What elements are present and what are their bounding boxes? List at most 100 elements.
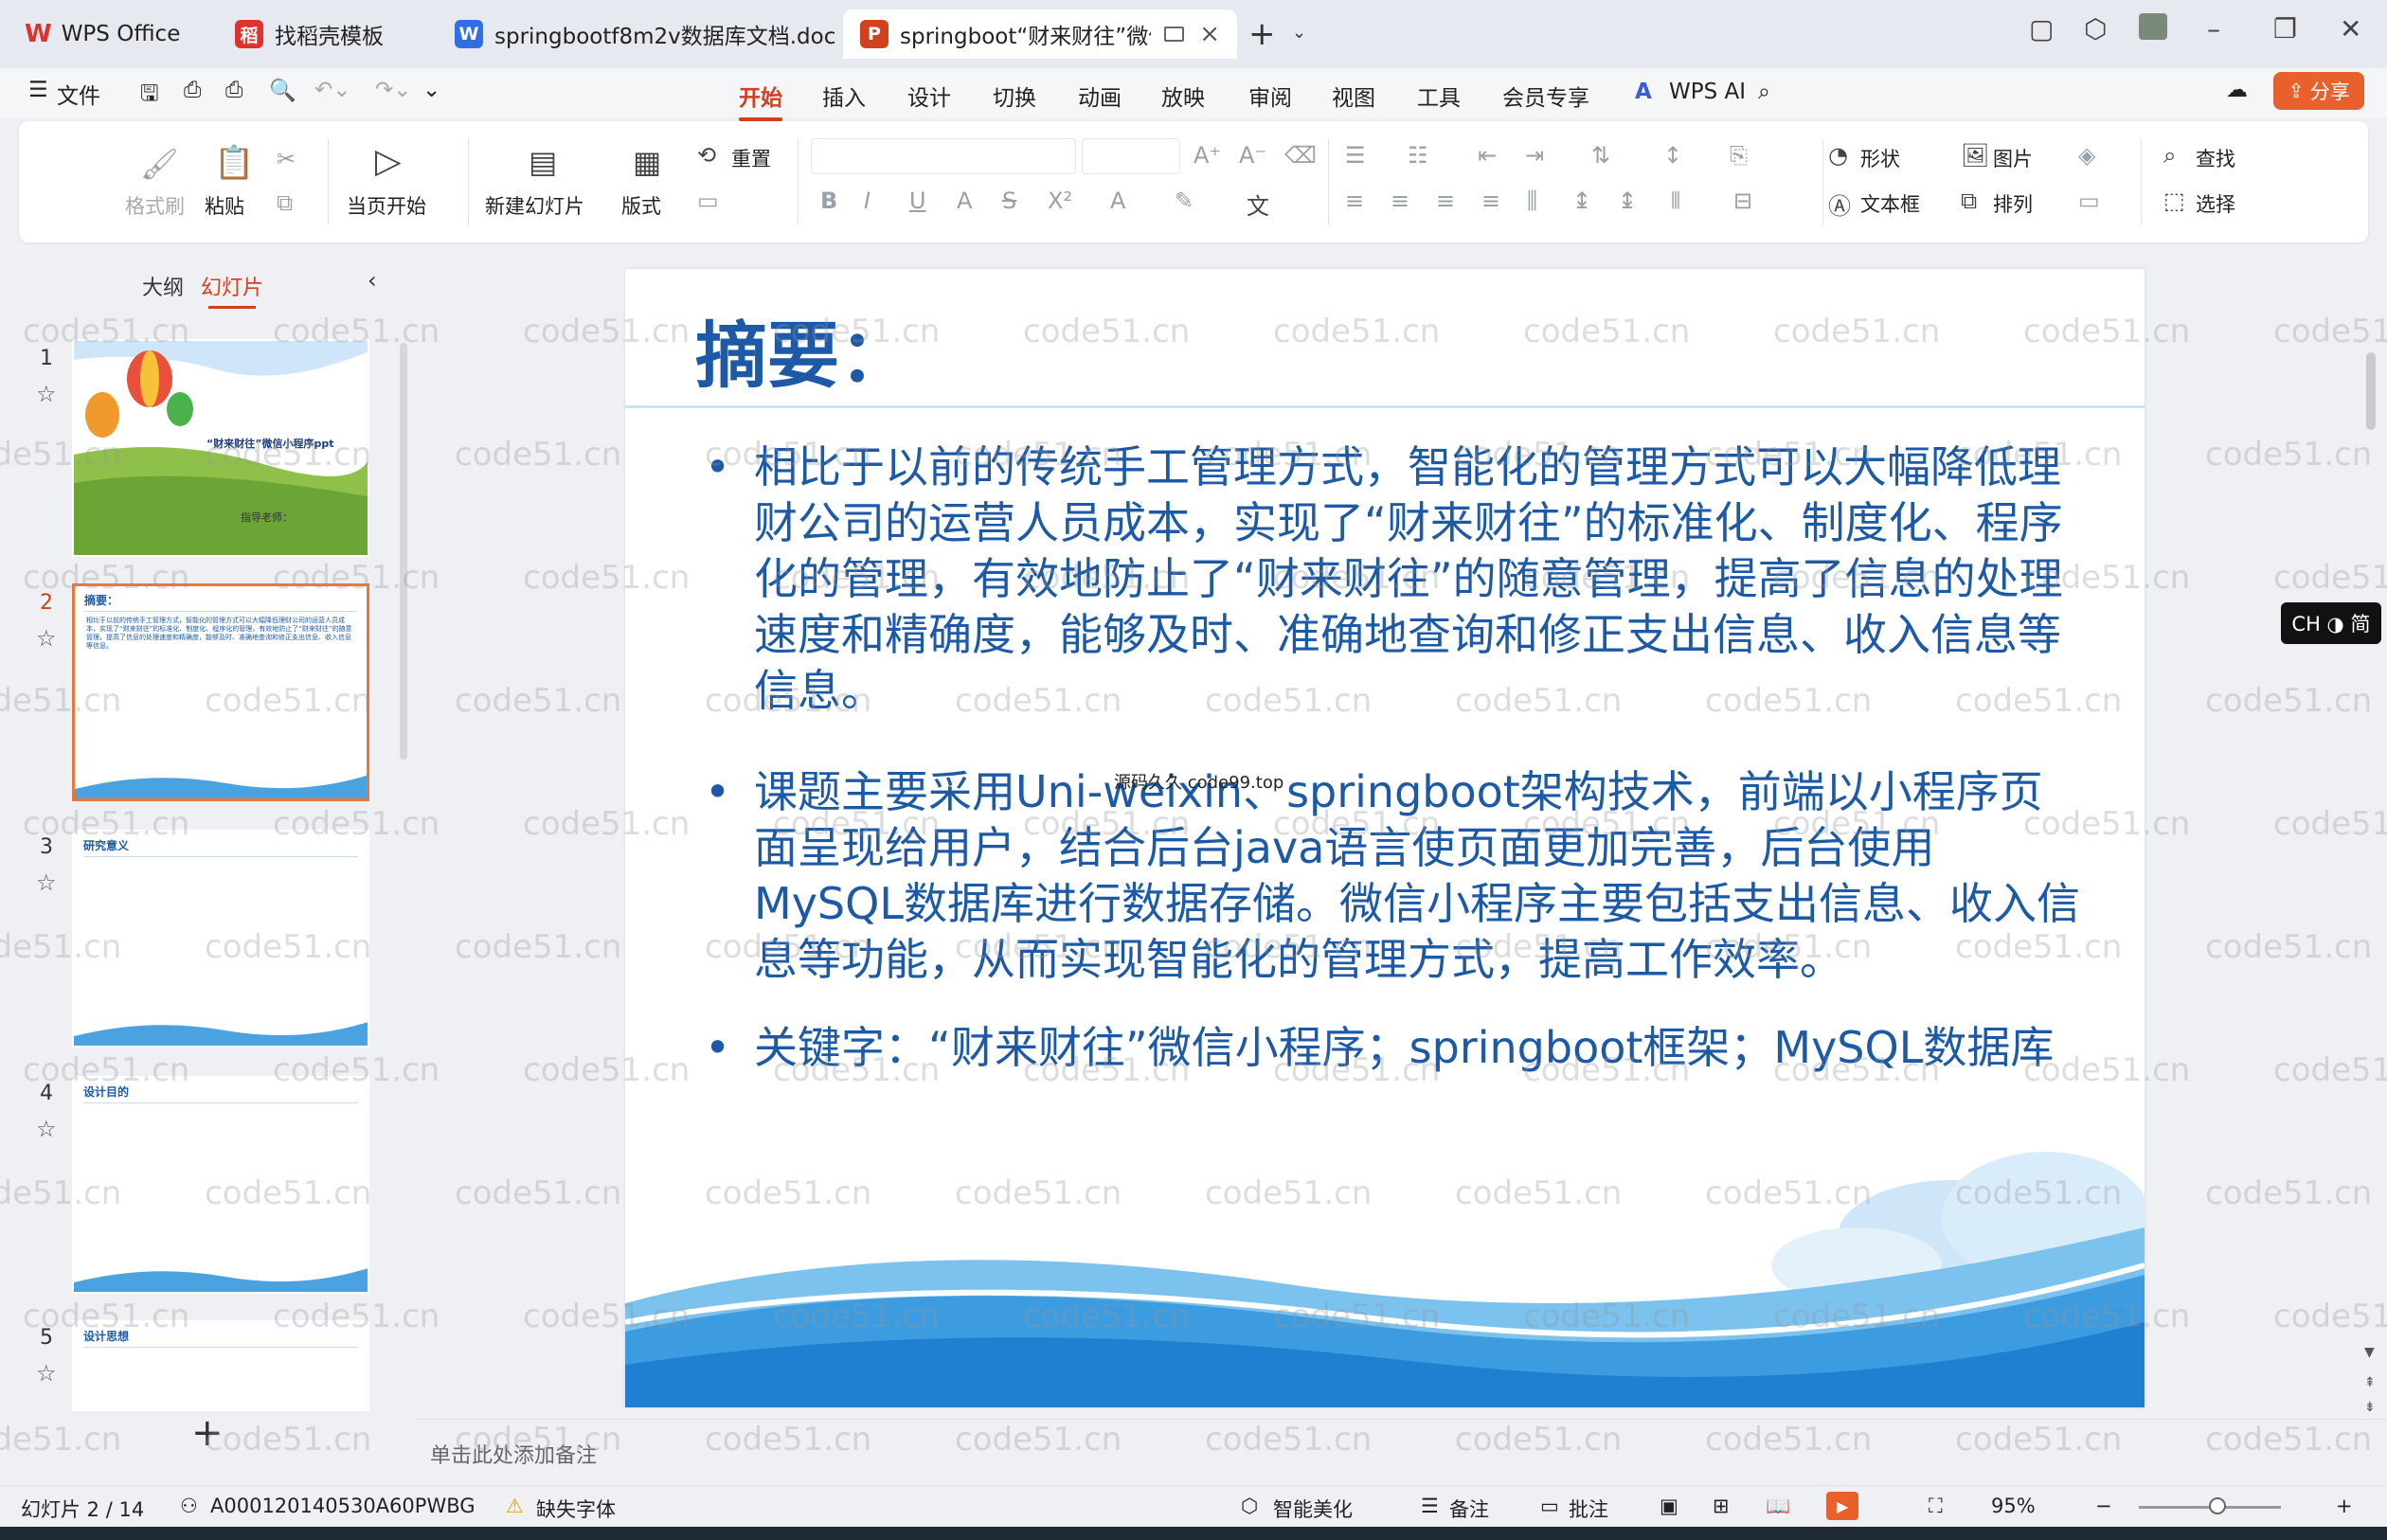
arrange-button[interactable]: 排列: [1993, 189, 2033, 218]
collapse-panel-icon[interactable]: ‹: [368, 267, 377, 294]
undo-icon[interactable]: ↶⌄: [314, 78, 351, 102]
tab-slides[interactable]: 幻灯片: [201, 271, 263, 309]
new-tab-icon[interactable]: +: [1248, 15, 1276, 53]
save-icon[interactable]: 🖫: [140, 78, 159, 115]
play-from-current-button[interactable]: 当页开始: [347, 191, 426, 220]
avatar[interactable]: [2139, 13, 2167, 40]
italic-icon[interactable]: I: [864, 188, 870, 214]
print-preview-icon[interactable]: 🔍: [269, 78, 296, 103]
text-direction-icon[interactable]: ⇅: [1591, 142, 1610, 169]
redo-icon[interactable]: ↷⌄: [375, 78, 412, 102]
sort-icon[interactable]: ↕: [1663, 142, 1682, 169]
slide-scrollbar[interactable]: [2366, 352, 2376, 430]
notes-toggle-button[interactable]: 备注: [1449, 1495, 1489, 1523]
star-icon[interactable]: ☆: [36, 625, 57, 652]
text-align-icon[interactable]: ⊟: [1733, 188, 1752, 214]
doc-id[interactable]: A000120140530A60PWBG: [210, 1495, 476, 1517]
textbox-button[interactable]: 文本框: [1860, 189, 1920, 218]
window-layout-icon[interactable]: ▢: [2029, 13, 2054, 45]
file-menu[interactable]: 文件: [57, 78, 100, 110]
tab-animation[interactable]: 动画: [1078, 80, 1122, 112]
tab-transition[interactable]: 切换: [993, 80, 1036, 112]
share-button[interactable]: ⇪ 分享: [2273, 72, 2364, 110]
tab-wps-office[interactable]: W WPS Office: [8, 9, 203, 59]
print-icon[interactable]: ⎙: [225, 78, 242, 102]
slide-canvas[interactable]: 摘要： 相比于以前的传统手工管理方式，智能化的管理方式可以大幅降低理财公司的运营…: [625, 269, 2145, 1407]
font-shrink-icon[interactable]: A⁻: [1239, 142, 1266, 169]
strikethrough-icon[interactable]: S: [1002, 188, 1016, 214]
tab-view[interactable]: 视图: [1332, 80, 1375, 112]
scroll-down-icon[interactable]: ▼: [2364, 1345, 2375, 1360]
slide-thumbnail-5[interactable]: 设计思想: [72, 1320, 369, 1411]
ime-indicator[interactable]: CH ◑ 简: [2281, 602, 2381, 644]
font-grow-icon[interactable]: A⁺: [1194, 142, 1221, 169]
tab-ppt-active[interactable]: P springboot“财来财往”微信 ×: [843, 9, 1237, 59]
prev-slide-icon[interactable]: ⇞: [2364, 1375, 2376, 1390]
convert-icon[interactable]: ⎘: [1730, 142, 1748, 169]
section-icon[interactable]: ▭: [697, 188, 719, 214]
slide-body[interactable]: 相比于以前的传统手工管理方式，智能化的管理方式可以大幅降低理财公司的运营人员成本…: [705, 439, 2080, 1121]
tab-docer[interactable]: 稻 找稻壳模板: [218, 9, 426, 59]
star-icon[interactable]: ☆: [36, 381, 57, 407]
slide-thumbnail-4[interactable]: 设计目的: [72, 1076, 369, 1294]
paragraph-spacing-icon[interactable]: ↨: [1618, 188, 1637, 214]
star-icon[interactable]: ☆: [36, 869, 57, 896]
panel-scrollbar[interactable]: [400, 343, 407, 760]
missing-font-button[interactable]: 缺失字体: [536, 1495, 616, 1523]
picture-button[interactable]: 图片: [1993, 144, 2033, 172]
reset-button[interactable]: 重置: [731, 144, 771, 172]
highlight-icon[interactable]: ✎: [1175, 188, 1194, 214]
bullet-list-icon[interactable]: ☰: [1345, 142, 1366, 169]
tab-insert[interactable]: 插入: [822, 80, 866, 112]
maximize-icon[interactable]: ❐: [2273, 13, 2297, 45]
outline-icon[interactable]: ▭: [2078, 188, 2100, 214]
tab-outline[interactable]: 大纲: [142, 271, 184, 301]
tab-home[interactable]: 开始: [739, 80, 782, 121]
star-icon[interactable]: ☆: [36, 1360, 57, 1387]
distribute-icon[interactable]: ⫼: [1527, 188, 1537, 214]
copy-icon[interactable]: ⧉: [277, 189, 293, 216]
sorter-view-icon[interactable]: ⊞: [1713, 1495, 1730, 1517]
tab-member[interactable]: 会员专享: [1502, 80, 1589, 112]
next-slide-icon[interactable]: ⇟: [2364, 1400, 2376, 1415]
format-painter-button[interactable]: 格式刷: [125, 191, 185, 220]
slide-title[interactable]: 摘要：: [695, 297, 911, 402]
fill-icon[interactable]: ◈: [2078, 142, 2095, 169]
zoom-out-icon[interactable]: −: [2095, 1495, 2112, 1517]
close-tab-icon[interactable]: ×: [1199, 20, 1220, 48]
smart-beautify-button[interactable]: 智能美化: [1273, 1495, 1353, 1523]
cut-icon[interactable]: ✂: [277, 146, 296, 172]
paste-button[interactable]: 粘贴: [205, 191, 244, 220]
increase-indent-icon[interactable]: ⇥: [1525, 142, 1544, 169]
font-size-select[interactable]: [1082, 138, 1180, 174]
monitor-icon[interactable]: [1164, 27, 1185, 42]
tab-design[interactable]: 设计: [907, 80, 951, 112]
reading-view-icon[interactable]: 📖: [1766, 1495, 1790, 1518]
notes-pane[interactable]: 单击此处添加备注: [417, 1419, 2387, 1485]
align-center-icon[interactable]: ≡: [1391, 188, 1409, 214]
export-icon[interactable]: ⎙: [184, 78, 201, 102]
cube-icon[interactable]: ⬡: [2084, 13, 2107, 45]
align-right-icon[interactable]: ≡: [1436, 188, 1455, 214]
font-family-select[interactable]: [811, 138, 1076, 174]
close-window-icon[interactable]: ✕: [2340, 13, 2361, 45]
bold-icon[interactable]: B: [820, 188, 837, 214]
new-slide-button[interactable]: 新建幻灯片: [485, 191, 584, 220]
decrease-indent-icon[interactable]: ⇤: [1478, 142, 1497, 169]
select-button[interactable]: 选择: [2196, 189, 2235, 218]
superscript-icon[interactable]: X²: [1048, 188, 1072, 214]
align-left-icon[interactable]: ≡: [1345, 188, 1364, 214]
wps-ai-button[interactable]: WPS AI: [1669, 80, 1746, 104]
more-icon[interactable]: ⌄: [422, 78, 440, 102]
underline-icon[interactable]: U: [909, 188, 926, 214]
phonetic-icon[interactable]: 文: [1247, 188, 1269, 221]
font-color-icon[interactable]: A: [1110, 188, 1125, 214]
bullet-paragraph[interactable]: 关键字：“财来财往”微信小程序；springboot框架；MySQL数据库: [705, 1020, 2080, 1076]
tab-tools[interactable]: 工具: [1417, 80, 1461, 112]
tab-review[interactable]: 审阅: [1248, 80, 1292, 112]
star-icon[interactable]: ☆: [36, 1116, 57, 1142]
cloud-upload-icon[interactable]: ☁: [2226, 78, 2248, 102]
fit-window-icon[interactable]: ⛶: [1929, 1495, 1943, 1518]
zoom-level[interactable]: 95%: [1991, 1495, 2036, 1517]
zoom-in-icon[interactable]: +: [2336, 1495, 2353, 1517]
